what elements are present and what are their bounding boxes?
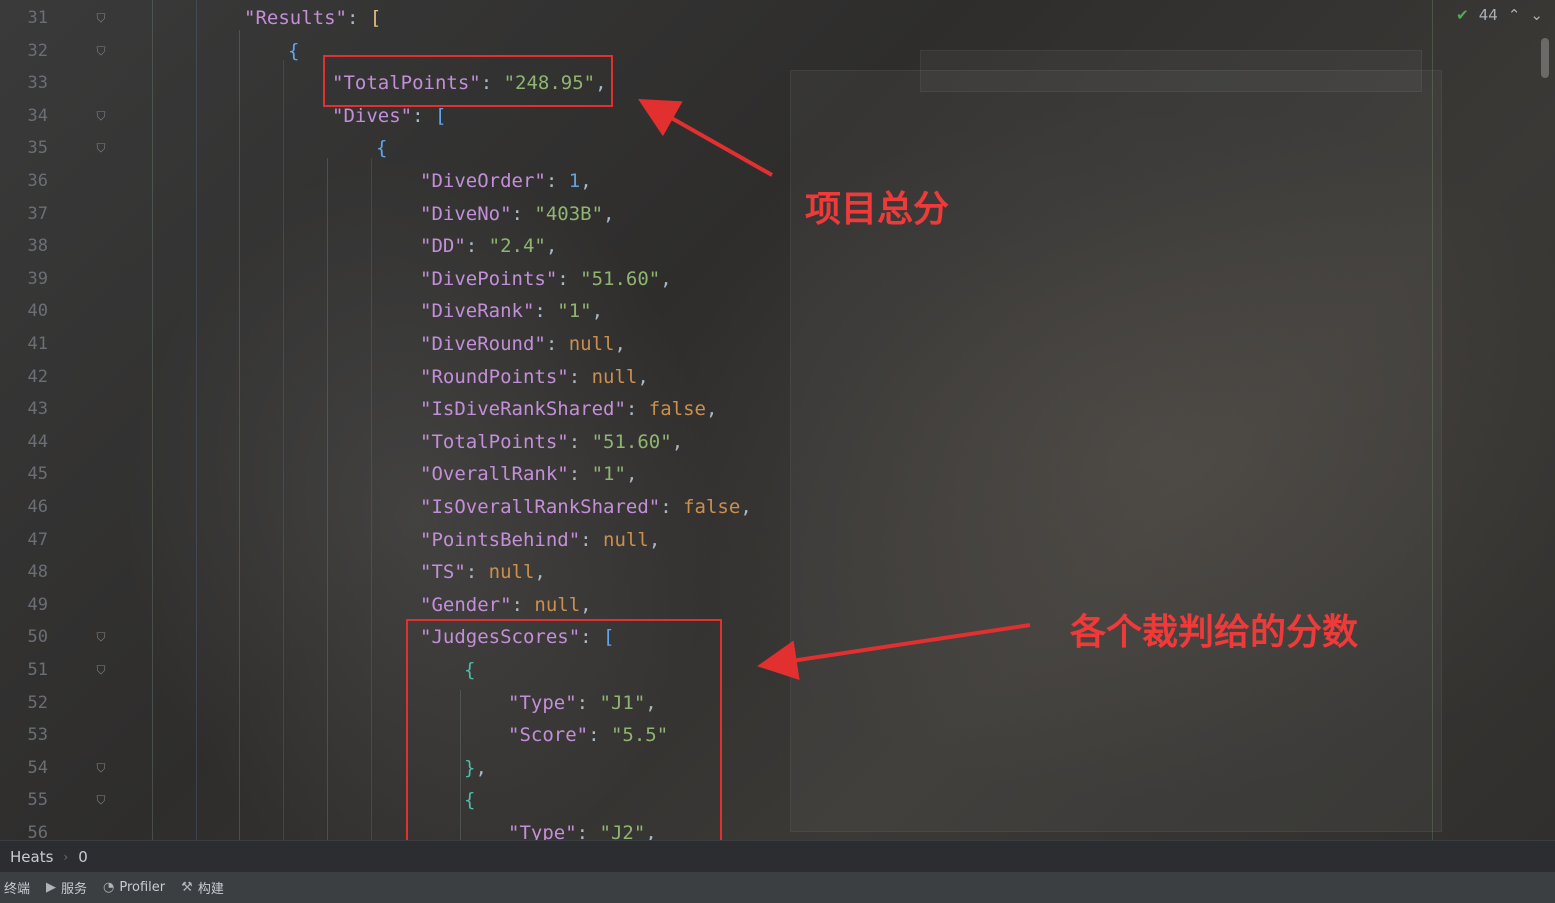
tool-services[interactable]: ▶ 服务 [42,872,99,903]
tool-terminal-label: 终端 [4,882,31,897]
build-icon: ⚒ [181,880,193,895]
judges-scores-annotation: 各个裁判给的分数 [1070,612,1359,653]
tool-build-label: 构建 [197,882,224,897]
breadcrumb-separator-icon: › [63,849,69,864]
profiler-icon: ◔ [103,880,115,895]
tool-build[interactable]: ⚒ 构建 [177,872,236,903]
tool-profiler[interactable]: ◔ Profiler [99,872,177,903]
tool-profiler-label: Profiler [119,880,166,895]
tool-terminal[interactable]: 终端 [0,872,42,903]
breadcrumb-item-heats[interactable]: Heats [10,848,53,866]
total-points-arrow [638,99,773,177]
tool-window-bar: 终端 ▶ 服务 ◔ Profiler ⚒ 构建 [0,872,1555,903]
services-icon: ▶ [46,880,57,895]
tool-services-label: 服务 [61,882,88,897]
annotation-arrows [638,99,1031,680]
judges-scores-arrow [757,623,1031,680]
total-points-annotation: 项目总分 [805,189,950,230]
breadcrumb: Heats › 0 [0,840,1555,872]
breadcrumb-item-index[interactable]: 0 [78,848,88,866]
